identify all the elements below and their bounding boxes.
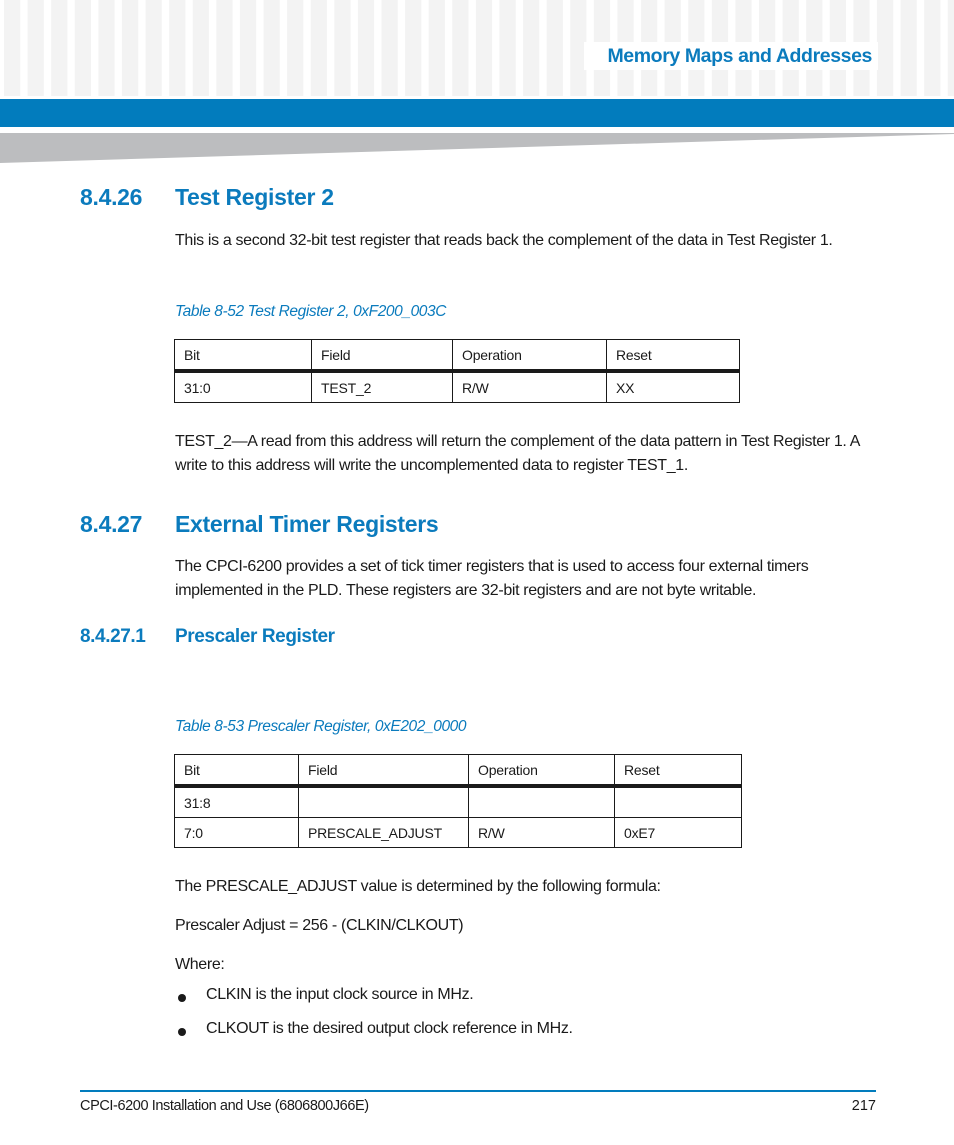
cell-field <box>298 785 469 818</box>
table-row: 31:8 <box>174 785 742 818</box>
table-caption-8-53: Table 8-53 Prescaler Register, 0xE202_00… <box>175 718 467 735</box>
section-title: Test Register 2 <box>175 184 334 210</box>
cell-operation <box>468 785 615 818</box>
cell-field: TEST_2 <box>311 370 453 403</box>
paragraph-test-register-2-intro: This is a second 32-bit test register th… <box>175 232 833 249</box>
column-header-bit: Bit <box>174 754 299 788</box>
subsection-number: 8.4.27.1 <box>80 626 146 647</box>
chapter-title: Memory Maps and Addresses <box>607 45 872 67</box>
table-header-row: Bit Field Operation Reset <box>174 339 740 373</box>
cell-bit: 7:0 <box>174 817 299 848</box>
section-number: 8.4.27 <box>80 511 143 537</box>
paragraph-where: Where: <box>175 956 225 973</box>
cell-operation: R/W <box>452 370 607 403</box>
formula-prescaler-adjust: Prescaler Adjust = 256 - (CLKIN/CLKOUT) <box>175 917 464 934</box>
paragraph-test-2-description: TEST_2—A read from this address will ret… <box>175 433 860 474</box>
subsection-title: Prescaler Register <box>175 626 335 647</box>
cell-operation: R/W <box>468 817 615 848</box>
section-heading-external-timer-registers: 8.4.27 External Timer Registers <box>80 511 439 538</box>
column-header-field: Field <box>311 339 453 373</box>
footer-document-title: CPCI-6200 Installation and Use (6806800J… <box>80 1098 369 1114</box>
table-header-row: Bit Field Operation Reset <box>174 754 742 788</box>
bullet-text: CLKIN is the input clock source in MHz. <box>206 986 474 1003</box>
column-header-operation: Operation <box>468 754 615 788</box>
section-heading-test-register-2: 8.4.26 Test Register 2 <box>80 184 334 211</box>
table-test-register-2: Bit Field Operation Reset 31:0 TEST_2 R/… <box>174 339 740 403</box>
cell-bit: 31:0 <box>174 370 312 403</box>
bullet-icon <box>178 994 186 1002</box>
column-header-operation: Operation <box>452 339 607 373</box>
bullet-icon <box>178 1028 186 1036</box>
cell-reset <box>614 785 742 818</box>
cell-field: PRESCALE_ADJUST <box>298 817 469 848</box>
header-gray-wedge <box>0 133 954 163</box>
column-header-reset: Reset <box>606 339 740 373</box>
cell-bit: 31:8 <box>174 785 299 818</box>
footer-divider <box>80 1090 876 1092</box>
bullet-text: CLKOUT is the desired output clock refer… <box>206 1020 573 1037</box>
table-caption-8-52: Table 8-52 Test Register 2, 0xF200_003C <box>175 303 447 320</box>
table-row: 31:0 TEST_2 R/W XX <box>174 370 740 403</box>
section-title: External Timer Registers <box>175 511 439 537</box>
section-number: 8.4.26 <box>80 184 143 210</box>
column-header-reset: Reset <box>614 754 742 788</box>
paragraph-external-timer-intro: The CPCI-6200 provides a set of tick tim… <box>175 558 809 599</box>
column-header-field: Field <box>298 754 469 788</box>
paragraph-formula-intro: The PRESCALE_ADJUST value is determined … <box>175 878 661 895</box>
column-header-bit: Bit <box>174 339 312 373</box>
cell-reset: 0xE7 <box>614 817 742 848</box>
table-prescaler-register: Bit Field Operation Reset 31:8 7:0 PRESC… <box>174 754 742 848</box>
subsection-heading-prescaler-register: 8.4.27.1 Prescaler Register <box>80 626 335 648</box>
header-blue-band <box>0 99 954 127</box>
table-row: 7:0 PRESCALE_ADJUST R/W 0xE7 <box>174 817 742 848</box>
cell-reset: XX <box>606 370 740 403</box>
footer-page-number: 217 <box>851 1098 876 1114</box>
